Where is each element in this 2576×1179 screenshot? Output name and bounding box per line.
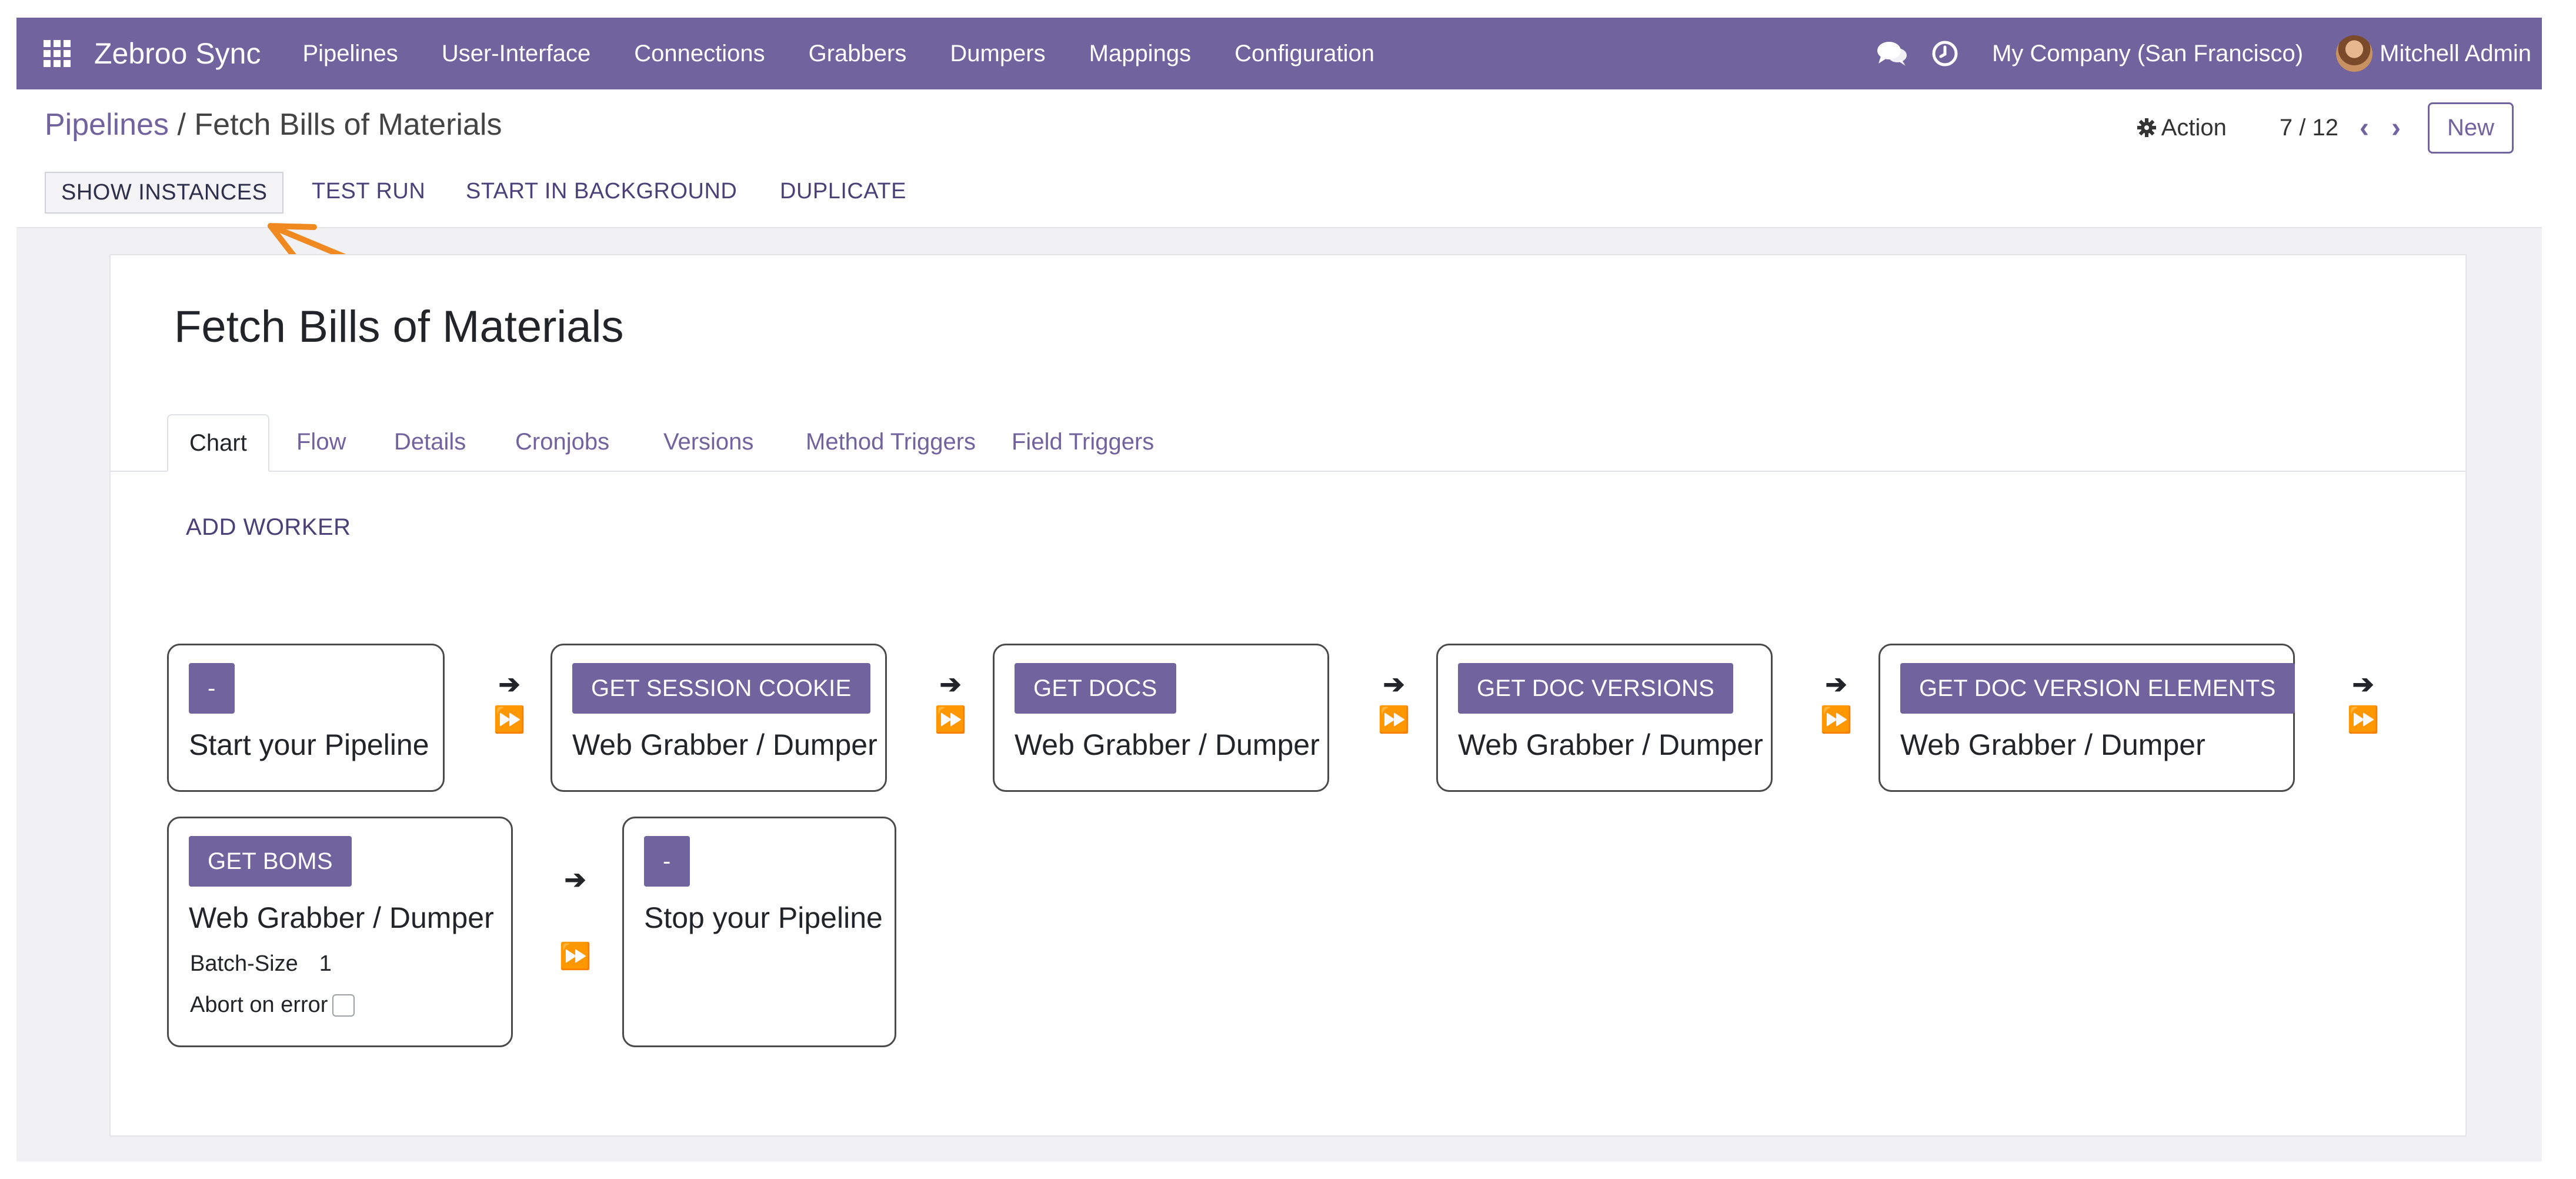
worker-card-stop[interactable]: - Stop your Pipeline xyxy=(622,817,896,1047)
test-run-button[interactable]: TEST RUN xyxy=(312,179,425,204)
worker-card-get-doc-version-elements[interactable]: GET DOC VERSION ELEMENTS Web Grabber / D… xyxy=(1878,644,2295,792)
pager-next-icon[interactable]: › xyxy=(2391,112,2401,144)
breadcrumb-separator: / xyxy=(177,108,186,142)
action-label: Action xyxy=(2161,114,2227,141)
worker-badge[interactable]: GET DOC VERSIONS xyxy=(1458,663,1734,714)
start-in-background-button[interactable]: START IN BACKGROUND xyxy=(466,179,737,204)
app-name[interactable]: Zebroo Sync xyxy=(94,36,261,71)
skip-arrow-icon[interactable]: ⏩ xyxy=(1378,702,1410,738)
connector-2: ➔ ⏩ xyxy=(933,667,968,738)
notebook-tabs: Chart Flow Details Cronjobs Versions Met… xyxy=(111,414,2465,472)
duplicate-button[interactable]: DUPLICATE xyxy=(780,179,906,204)
skip-arrow-icon[interactable]: ⏩ xyxy=(559,939,592,974)
tab-chart[interactable]: Chart xyxy=(167,414,269,472)
next-arrow-icon[interactable]: ➔ xyxy=(940,667,962,702)
batch-size-label: Batch-Size xyxy=(190,951,298,976)
worker-card-get-boms[interactable]: GET BOMS Web Grabber / Dumper Batch-Size… xyxy=(167,817,513,1047)
skip-arrow-icon[interactable]: ⏩ xyxy=(2347,702,2380,738)
tab-flow[interactable]: Flow xyxy=(275,414,367,469)
worker-name: Start your Pipeline xyxy=(189,728,429,761)
worker-name: Web Grabber / Dumper xyxy=(1900,728,2205,761)
show-instances-button[interactable]: SHOW INSTANCES xyxy=(45,172,284,214)
worker-card-start[interactable]: - Start your Pipeline xyxy=(167,644,445,792)
worker-badge[interactable]: GET DOC VERSION ELEMENTS xyxy=(1900,663,2295,714)
abort-on-error-row: Abort on error xyxy=(190,993,355,1018)
tab-cronjobs[interactable]: Cronjobs xyxy=(494,414,630,469)
worker-card-get-session-cookie[interactable]: GET SESSION COOKIE Web Grabber / Dumper xyxy=(550,644,887,792)
batch-size-row: Batch-Size 1 xyxy=(190,951,332,977)
worker-card-get-doc-versions[interactable]: GET DOC VERSIONS Web Grabber / Dumper xyxy=(1436,644,1773,792)
new-button[interactable]: New xyxy=(2427,102,2514,154)
worker-badge[interactable]: GET BOMS xyxy=(189,836,352,887)
next-arrow-icon[interactable]: ➔ xyxy=(565,862,586,898)
skip-arrow-icon[interactable]: ⏩ xyxy=(1820,702,1853,738)
control-panel: Pipelines / Fetch Bills of Materials Act… xyxy=(16,89,2542,167)
top-navbar: Zebroo Sync Pipelines User-Interface Con… xyxy=(16,18,2542,89)
connector-4: ➔ ⏩ xyxy=(1818,667,1854,738)
app-frame: Zebroo Sync Pipelines User-Interface Con… xyxy=(16,18,2542,1161)
worker-name: Web Grabber / Dumper xyxy=(1015,728,1320,761)
tab-versions[interactable]: Versions xyxy=(642,414,775,469)
worker-badge[interactable]: GET DOCS xyxy=(1015,663,1176,714)
batch-size-value[interactable]: 1 xyxy=(319,951,332,977)
menu-item-dumpers[interactable]: Dumpers xyxy=(928,41,1067,67)
abort-on-error-checkbox[interactable] xyxy=(332,994,355,1017)
control-panel-right: Action 7 / 12 ‹ › New xyxy=(2137,102,2514,154)
add-worker-button[interactable]: ADD WORKER xyxy=(186,514,351,541)
record-title: Fetch Bills of Materials xyxy=(174,302,624,352)
next-arrow-icon[interactable]: ➔ xyxy=(499,667,520,702)
pager-value[interactable]: 7 / 12 xyxy=(2280,115,2338,141)
menu-item-user-interface[interactable]: User-Interface xyxy=(420,41,612,67)
tab-field-triggers[interactable]: Field Triggers xyxy=(990,414,1175,469)
worker-card-get-docs[interactable]: GET DOCS Web Grabber / Dumper xyxy=(993,644,1329,792)
next-arrow-icon[interactable]: ➔ xyxy=(1383,667,1405,702)
user-avatar[interactable] xyxy=(2336,35,2373,72)
menu-item-connections[interactable]: Connections xyxy=(612,41,786,67)
abort-on-error-label: Abort on error xyxy=(190,993,328,1017)
connector-6: ➔ ⏩ xyxy=(558,862,593,974)
navbar-systray: My Company (San Francisco) Mitchell Admi… xyxy=(1874,18,2542,89)
tab-method-triggers[interactable]: Method Triggers xyxy=(785,414,997,469)
connector-5: ➔ ⏩ xyxy=(2345,667,2381,738)
apps-grid-icon[interactable] xyxy=(44,40,71,67)
action-menu-button[interactable]: Action xyxy=(2137,115,2227,141)
company-switcher[interactable]: My Company (San Francisco) xyxy=(1992,41,2303,67)
worker-name: Stop your Pipeline xyxy=(644,901,883,934)
worker-badge[interactable]: - xyxy=(189,663,235,714)
gear-icon xyxy=(2137,118,2156,137)
menu-item-configuration[interactable]: Configuration xyxy=(1213,41,1396,67)
connector-1: ➔ ⏩ xyxy=(492,667,527,738)
menu-item-pipelines[interactable]: Pipelines xyxy=(281,41,419,67)
tab-details[interactable]: Details xyxy=(373,414,487,469)
worker-name: Web Grabber / Dumper xyxy=(189,901,494,934)
next-arrow-icon[interactable]: ➔ xyxy=(2353,667,2374,702)
main-menu: Pipelines User-Interface Connections Gra… xyxy=(281,41,1396,67)
worker-badge[interactable]: GET SESSION COOKIE xyxy=(572,663,870,714)
worker-badge[interactable]: - xyxy=(644,836,690,887)
menu-item-grabbers[interactable]: Grabbers xyxy=(787,41,929,67)
pager-previous-icon[interactable]: ‹ xyxy=(2360,112,2369,144)
breadcrumb-pipelines[interactable]: Pipelines xyxy=(45,108,169,142)
worker-name: Web Grabber / Dumper xyxy=(1458,728,1763,761)
menu-item-mappings[interactable]: Mappings xyxy=(1067,41,1213,67)
form-sheet: Fetch Bills of Materials Chart Flow Deta… xyxy=(109,254,2467,1137)
chat-icon[interactable] xyxy=(1874,40,1910,67)
skip-arrow-icon[interactable]: ⏩ xyxy=(493,702,526,738)
clock-icon[interactable] xyxy=(1927,40,1963,67)
user-menu[interactable]: Mitchell Admin xyxy=(2380,41,2531,67)
next-arrow-icon[interactable]: ➔ xyxy=(1826,667,1847,702)
skip-arrow-icon[interactable]: ⏩ xyxy=(935,702,967,738)
breadcrumb: Pipelines / Fetch Bills of Materials xyxy=(45,107,502,142)
worker-name: Web Grabber / Dumper xyxy=(572,728,877,761)
connector-3: ➔ ⏩ xyxy=(1376,667,1412,738)
breadcrumb-current: Fetch Bills of Materials xyxy=(194,108,502,142)
